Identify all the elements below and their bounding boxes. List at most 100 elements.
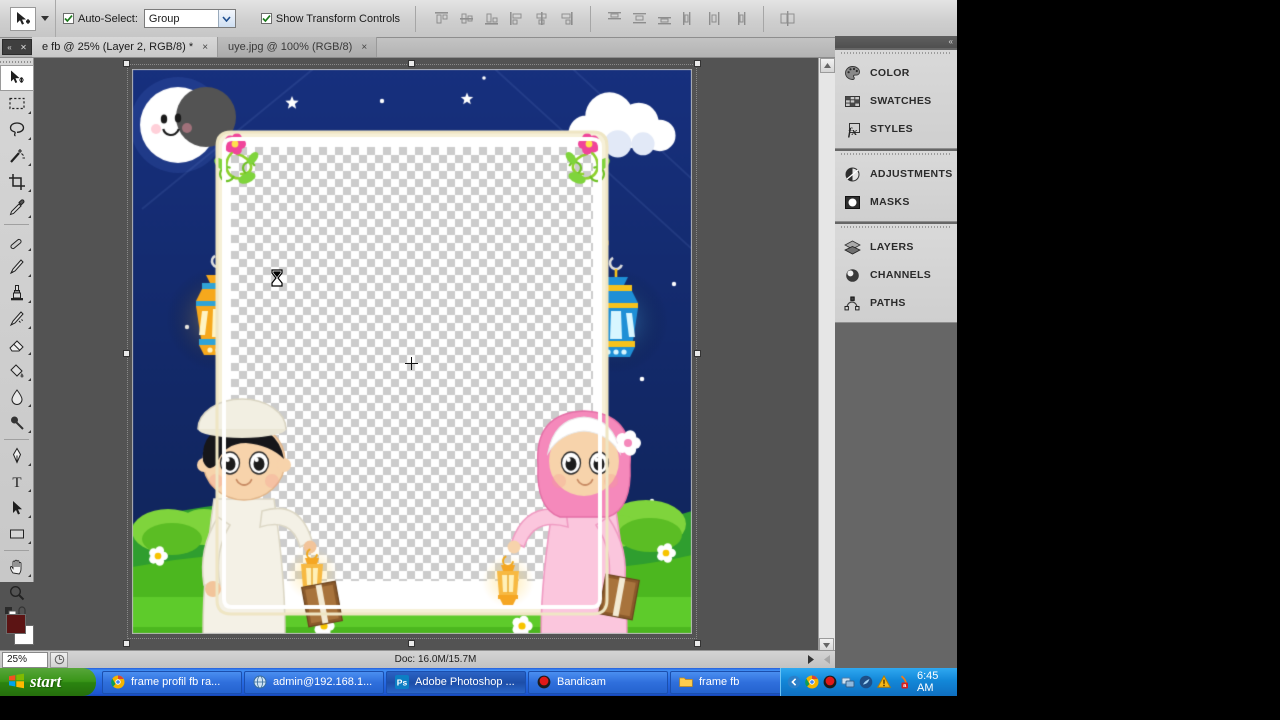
transform-handle-top-center[interactable] — [408, 60, 415, 67]
healing-brush-tool[interactable] — [0, 228, 34, 254]
taskbar-item-label: Adobe Photoshop ... — [415, 676, 515, 688]
auto-select-checkbox[interactable] — [63, 13, 74, 24]
network-tray-icon[interactable] — [841, 675, 855, 689]
toolbox-divider — [4, 224, 29, 225]
horizontal-type-tool[interactable]: T — [0, 469, 34, 495]
dodge-tool[interactable] — [0, 410, 34, 436]
path-selection-tool[interactable] — [0, 495, 34, 521]
lasso-tool[interactable] — [0, 117, 34, 143]
tool-flyout-indicator — [28, 134, 31, 140]
vertical-scrollbar[interactable] — [818, 58, 835, 653]
toolbox-grip[interactable] — [0, 58, 33, 65]
antivirus-tray-icon[interactable]: a — [895, 675, 909, 689]
tab-frame-fb[interactable]: e fb @ 25% (Layer 2, RGB/8) * × — [32, 37, 219, 57]
tab-close-icon[interactable]: × — [361, 42, 367, 53]
panel-item-masks[interactable]: MASKS — [835, 188, 957, 216]
transform-handle-bottom-right[interactable] — [694, 640, 701, 647]
distribute-right-edges-icon[interactable] — [730, 9, 749, 28]
layers-stack-icon — [844, 239, 861, 256]
bandicam-tray-icon[interactable] — [823, 675, 837, 689]
transform-handle-top-right[interactable] — [694, 60, 701, 67]
foreground-color-swatch[interactable] — [6, 614, 26, 634]
panel-group-grip[interactable] — [841, 224, 951, 230]
taskbar-item-bandicam[interactable]: Bandicam — [528, 670, 668, 694]
tab-label: e fb @ 25% (Layer 2, RGB/8) * — [42, 41, 194, 53]
styles-fx-icon: fx — [844, 121, 861, 138]
panel-item-styles[interactable]: fx STYLES — [835, 115, 957, 143]
transform-handle-top-left[interactable] — [123, 60, 130, 67]
tab-close-icon[interactable]: × — [202, 42, 208, 53]
taskbar-item-photoshop[interactable]: Ps Adobe Photoshop ... — [386, 670, 526, 694]
auto-select-label: Auto-Select: — [78, 12, 138, 25]
panel-item-swatches[interactable]: SWATCHES — [835, 87, 957, 115]
align-right-edges-icon[interactable] — [557, 9, 576, 28]
scroll-up-button[interactable] — [819, 58, 835, 73]
collapse-dock-button[interactable]: « ✕ — [2, 39, 32, 55]
panel-item-color[interactable]: COLOR — [835, 59, 957, 87]
tab-uye-jpg[interactable]: uye.jpg @ 100% (RGB/8) × — [218, 37, 378, 57]
transform-handle-bottom-center[interactable] — [408, 640, 415, 647]
distribute-top-edges-icon[interactable] — [605, 9, 624, 28]
auto-select-dropdown[interactable]: Group — [143, 9, 236, 28]
transform-handle-middle-right[interactable] — [694, 350, 701, 357]
align-left-edges-icon[interactable] — [507, 9, 526, 28]
warning-triangle-icon[interactable] — [876, 674, 892, 689]
status-bar: 25% Doc: 16.0M/15.7M — [0, 650, 835, 668]
transform-handle-middle-left[interactable] — [123, 350, 130, 357]
document-tab-bar: « ✕ e fb @ 25% (Layer 2, RGB/8) * × uye.… — [0, 37, 957, 58]
hand-tool[interactable] — [0, 554, 34, 580]
panel-group-adjustments: ADJUSTMENTS MASKS — [835, 151, 957, 222]
status-proxy-button[interactable] — [50, 651, 68, 668]
paint-bucket-tool[interactable] — [0, 358, 34, 384]
eraser-tool[interactable] — [0, 332, 34, 358]
distribute-vertical-centers-icon[interactable] — [630, 9, 649, 28]
taskbar-item-chrome[interactable]: frame profil fb ra... — [102, 670, 242, 694]
start-button[interactable]: start — [0, 668, 96, 696]
idm-tray-icon[interactable] — [859, 675, 873, 689]
show-transform-checkbox[interactable] — [260, 13, 272, 24]
zoom-tool[interactable] — [0, 580, 34, 606]
magic-wand-tool[interactable] — [0, 143, 34, 169]
eyedropper-tool[interactable] — [0, 195, 34, 221]
chrome-tray-icon[interactable] — [805, 675, 819, 689]
rectangular-marquee-tool[interactable] — [0, 91, 34, 117]
panel-item-channels[interactable]: CHANNELS — [835, 261, 957, 289]
show-hidden-icons-chevron[interactable] — [787, 675, 801, 689]
align-vertical-centers-icon[interactable] — [457, 9, 476, 28]
auto-align-layers-icon[interactable] — [778, 9, 797, 28]
move-tool[interactable] — [0, 65, 34, 91]
artwork-canvas[interactable] — [132, 69, 692, 634]
chevron-down-icon[interactable] — [217, 10, 235, 27]
history-brush-tool[interactable] — [0, 306, 34, 332]
taskbar-clock[interactable]: 6:45 AM — [917, 670, 957, 694]
clone-stamp-tool[interactable] — [0, 280, 34, 306]
close-icon[interactable]: ✕ — [20, 43, 27, 52]
crop-tool[interactable] — [0, 169, 34, 195]
rectangle-tool[interactable] — [0, 521, 34, 547]
align-horizontal-centers-icon[interactable] — [532, 9, 551, 28]
tool-preset-picker[interactable] — [0, 0, 56, 38]
tool-preset-chevron-icon[interactable] — [41, 16, 49, 21]
dock-header[interactable]: « — [835, 36, 957, 48]
panel-item-paths[interactable]: PATHS — [835, 289, 957, 317]
windows-logo-icon — [8, 672, 25, 692]
pen-tool[interactable] — [0, 443, 34, 469]
panel-group-grip[interactable] — [841, 151, 951, 157]
expand-panels-chevrons-icon[interactable]: « — [949, 37, 954, 46]
panel-item-adjustments[interactable]: ADJUSTMENTS — [835, 160, 957, 188]
distribute-bottom-edges-icon[interactable] — [655, 9, 674, 28]
panel-group-grip[interactable] — [841, 50, 951, 56]
zoom-level-input[interactable]: 25% — [2, 651, 48, 668]
brush-tool[interactable] — [0, 254, 34, 280]
panel-item-layers[interactable]: LAYERS — [835, 233, 957, 261]
transform-handle-bottom-left[interactable] — [123, 640, 130, 647]
status-menu-arrow-icon[interactable] — [803, 652, 819, 668]
distribute-horizontal-centers-icon[interactable] — [705, 9, 724, 28]
blur-tool[interactable] — [0, 384, 34, 410]
align-bottom-edges-icon[interactable] — [482, 9, 501, 28]
auto-select-group: Auto-Select: Group — [56, 9, 243, 28]
distribute-left-edges-icon[interactable] — [680, 9, 699, 28]
canvas-container[interactable] — [123, 60, 701, 647]
taskbar-item-remote-desktop[interactable]: admin@192.168.1... — [244, 670, 384, 694]
align-top-edges-icon[interactable] — [432, 9, 451, 28]
